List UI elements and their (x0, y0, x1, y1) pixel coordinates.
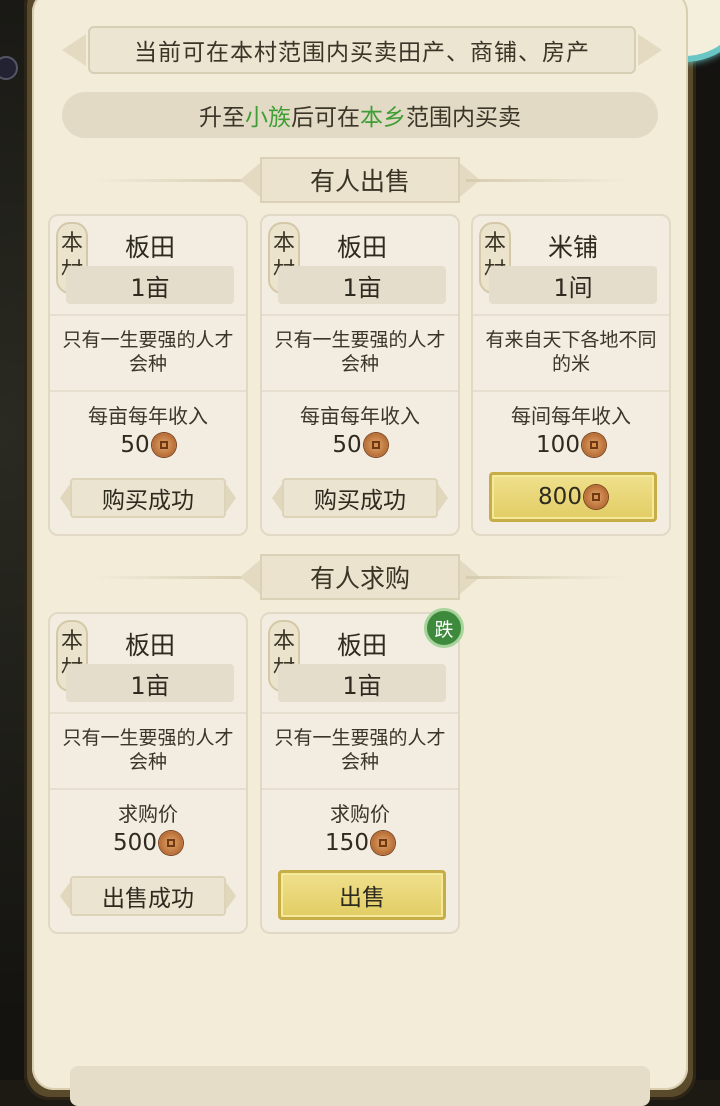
price-drop-badge: 跌 (424, 608, 464, 648)
button-label: 出售 (339, 885, 385, 911)
hint-text-2: 后可在 (291, 105, 360, 131)
income-value: 50 (262, 432, 458, 458)
bid-label: 求购价 (330, 802, 390, 826)
selling-section-header: 有人出售 (0, 157, 720, 203)
property-unit: 1间 (489, 266, 657, 304)
buying-title-text: 有人求购 (309, 564, 410, 593)
divider (473, 390, 669, 392)
copper-coin-icon (581, 433, 606, 457)
scope-notice-text: 当前可在本村范围内买卖田产、商铺、房产 (134, 40, 590, 66)
copper-coin-icon (158, 831, 183, 855)
sell-listing-card: 本村 米铺 1间 有来自天下各地不同的米 每间每年收入 100 800 (471, 214, 671, 536)
copper-coin-icon (583, 485, 608, 509)
buying-section-header: 有人求购 (0, 554, 720, 600)
property-desc: 只有一生要强的人才会种 (62, 329, 234, 375)
bid-value: 500 (50, 830, 246, 856)
property-unit: 1亩 (278, 664, 446, 702)
property-desc: 只有一生要强的人才会种 (274, 329, 446, 375)
divider-line (466, 576, 626, 579)
income-label: 每亩每年收入 (300, 404, 420, 428)
property-desc: 有来自天下各地不同的米 (485, 329, 657, 375)
buy-button[interactable]: 800 (489, 472, 657, 522)
bid-amount: 500 (113, 830, 157, 856)
bottom-info-bar (70, 1066, 650, 1106)
property-desc: 只有一生要强的人才会种 (274, 727, 446, 773)
scope-notice: 当前可在本村范围内买卖田产、商铺、房产 (62, 26, 662, 74)
purchase-done-button[interactable]: 购买成功 (272, 478, 448, 518)
income-value: 100 (473, 432, 669, 458)
hint-highlight-clan: 小族 (245, 105, 291, 131)
income-label: 每间每年收入 (511, 404, 631, 428)
income-amount: 50 (120, 432, 150, 458)
price-drop-text: 跌 (434, 618, 454, 641)
buy-request-card: 本村 板田 1亩 只有一生要强的人才会种 求购价 500 出售成功 (48, 612, 248, 934)
copper-coin-icon (370, 831, 395, 855)
buying-title: 有人求购 (240, 554, 480, 600)
button-label: 出售成功 (102, 886, 194, 912)
hint-text-3: 范围内买卖 (406, 105, 521, 131)
button-label: 购买成功 (102, 488, 194, 514)
property-unit: 1亩 (66, 266, 234, 304)
hint-text-1: 升至 (199, 105, 245, 131)
divider (50, 788, 246, 790)
divider (262, 390, 458, 392)
property-name: 板田 (124, 233, 175, 262)
bid-label: 求购价 (118, 802, 178, 826)
bid-value: 150 (262, 830, 458, 856)
bid-amount: 150 (325, 830, 369, 856)
purchase-done-button[interactable]: 购买成功 (60, 478, 236, 518)
income-label: 每亩每年收入 (88, 404, 208, 428)
hint-highlight-township: 本乡 (360, 105, 406, 131)
sell-done-button[interactable]: 出售成功 (60, 876, 236, 916)
sell-button[interactable]: 出售 (278, 870, 446, 920)
income-amount: 50 (332, 432, 362, 458)
divider (50, 390, 246, 392)
divider-line (466, 179, 626, 182)
property-desc: 只有一生要强的人才会种 (62, 727, 234, 773)
divider (262, 788, 458, 790)
income-value: 50 (50, 432, 246, 458)
property-name: 板田 (124, 631, 175, 660)
property-unit: 1亩 (66, 664, 234, 702)
selling-title-text: 有人出售 (309, 167, 410, 196)
sell-listing-card: 本村 板田 1亩 只有一生要强的人才会种 每亩每年收入 50 购买成功 (48, 214, 248, 536)
property-name: 米铺 (547, 233, 598, 262)
upgrade-hint: 升至 小族 后可在 本乡 范围内买卖 (62, 92, 658, 138)
divider (473, 314, 669, 316)
divider (50, 712, 246, 714)
property-unit: 1亩 (278, 266, 446, 304)
divider (50, 314, 246, 316)
selling-title: 有人出售 (240, 157, 480, 203)
buy-request-card: 本村 板田 跌 1亩 只有一生要强的人才会种 求购价 150 出售 (260, 608, 464, 934)
sell-listing-card: 本村 板田 1亩 只有一生要强的人才会种 每亩每年收入 50 购买成功 (260, 214, 460, 536)
button-label: 购买成功 (314, 488, 406, 514)
property-name: 板田 (336, 233, 387, 262)
divider-line (94, 179, 254, 182)
divider (262, 712, 458, 714)
copper-coin-icon (151, 433, 176, 457)
copper-coin-icon (363, 433, 388, 457)
divider (262, 314, 458, 316)
income-amount: 100 (536, 432, 580, 458)
divider-line (94, 576, 254, 579)
buy-price: 800 (538, 484, 582, 510)
